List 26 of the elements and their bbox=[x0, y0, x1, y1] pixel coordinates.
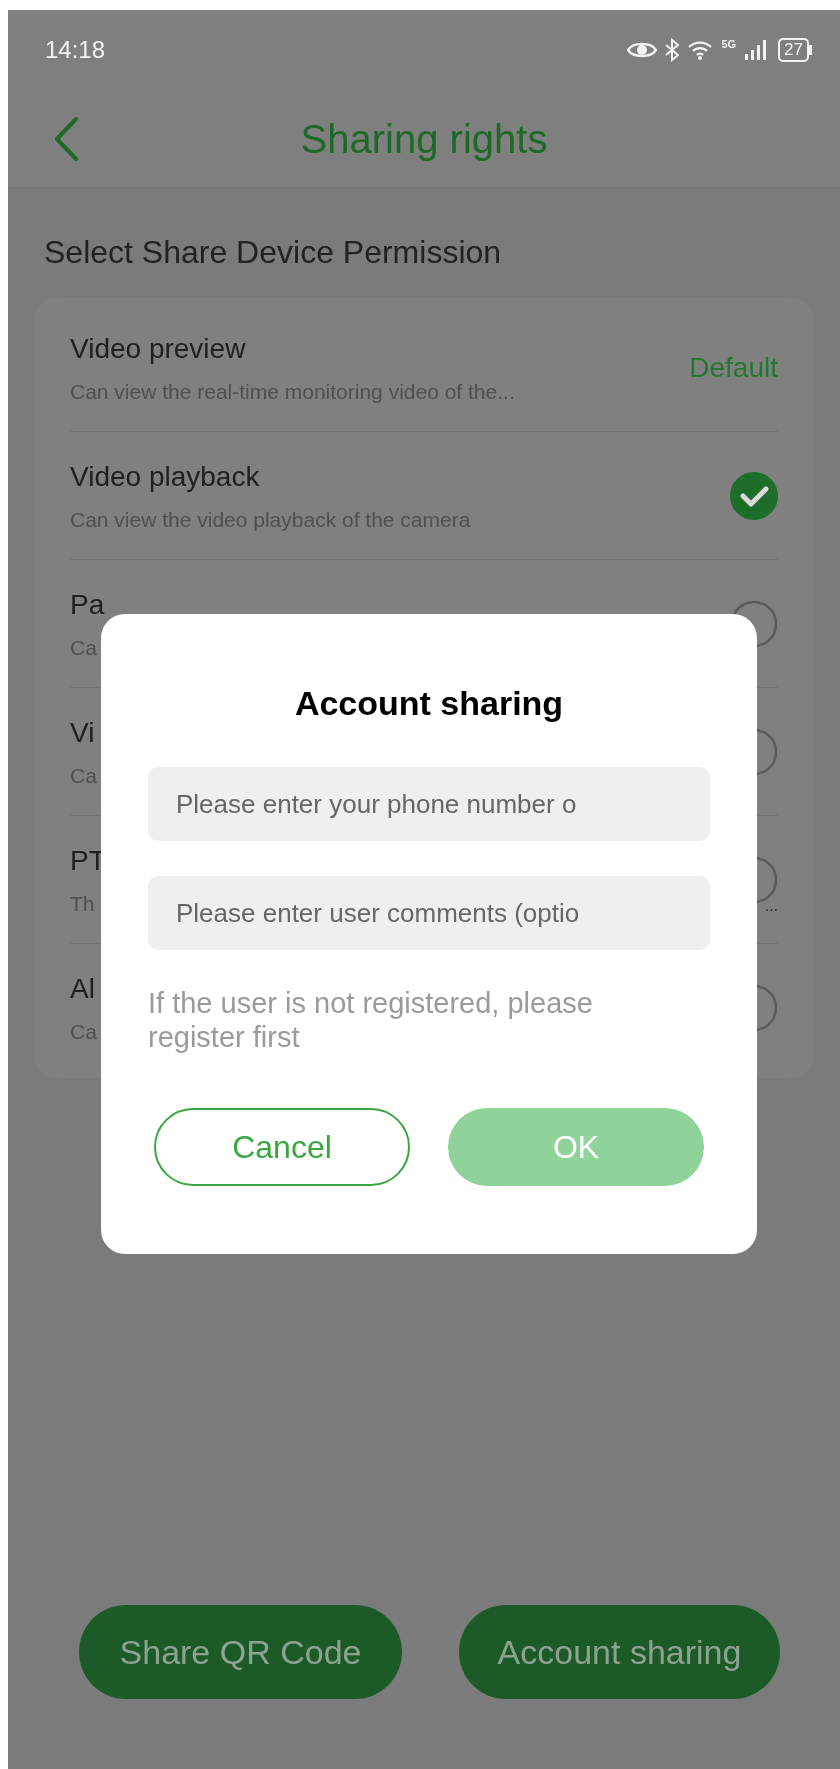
section-title: Select Share Device Permission bbox=[44, 234, 502, 270]
permission-title: Pa bbox=[70, 587, 105, 622]
page-title: Sharing rights bbox=[300, 115, 548, 163]
share-qr-code-button[interactable]: Share QR Code bbox=[79, 1605, 402, 1699]
permission-title: PT bbox=[70, 843, 106, 878]
cancel-button[interactable]: Cancel bbox=[154, 1108, 410, 1186]
wifi-icon bbox=[687, 39, 714, 61]
input-field[interactable]: Please enter user comments (optio bbox=[148, 876, 710, 950]
status-time: 14:18 bbox=[45, 35, 106, 65]
ok-button[interactable]: OK bbox=[448, 1108, 704, 1186]
ellipsis-text: ... bbox=[764, 897, 778, 914]
battery-indicator: 27 bbox=[778, 38, 812, 62]
permission-title: Al bbox=[70, 972, 96, 1007]
dialog-title: Account sharing bbox=[293, 683, 565, 724]
check-icon[interactable] bbox=[730, 471, 778, 520]
eye-icon bbox=[627, 40, 658, 60]
permission-title: Video preview bbox=[70, 331, 247, 366]
network-label: 5G bbox=[721, 36, 737, 52]
default-label: Default bbox=[689, 351, 778, 383]
signal-icon bbox=[744, 39, 767, 61]
input-field[interactable]: Please enter your phone number o bbox=[148, 767, 710, 841]
register-note: If the user is not registered, please register first bbox=[148, 986, 594, 1054]
account-sharing-button[interactable]: Account sharing bbox=[459, 1605, 780, 1699]
permission-title: Vi bbox=[70, 715, 96, 750]
permission-title: Video playback bbox=[70, 459, 261, 494]
bluetooth-icon bbox=[665, 38, 680, 62]
